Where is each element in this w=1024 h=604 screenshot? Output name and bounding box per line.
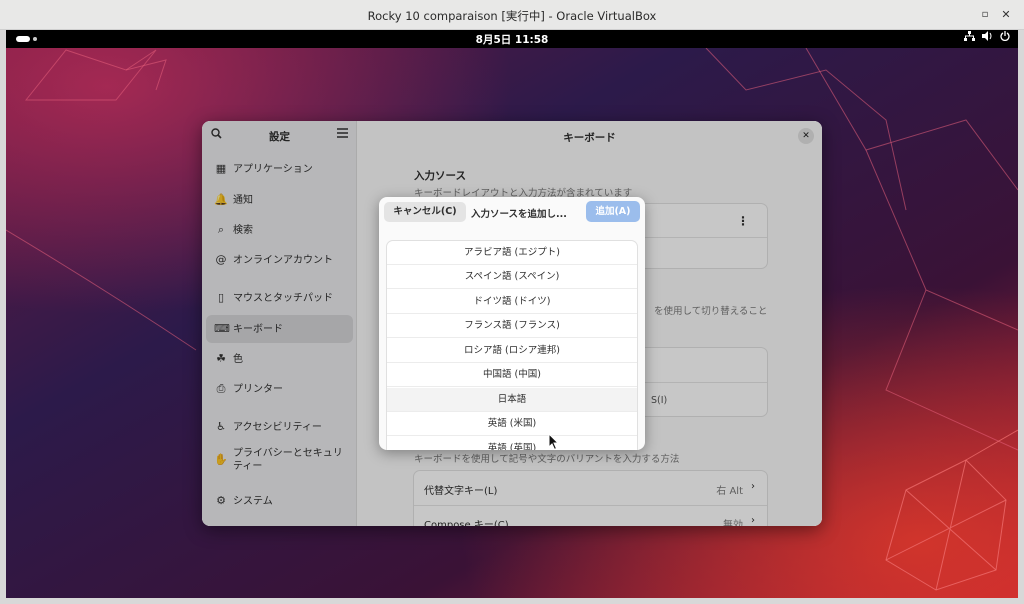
list-item-language[interactable]: スペイン語 (スペイン) xyxy=(387,265,637,289)
list-item-language[interactable]: ロシア語 (ロシア連邦) xyxy=(387,339,637,363)
add-button[interactable]: 追加(A) xyxy=(586,201,640,222)
list-item-language[interactable]: アラビア語 (エジプト) xyxy=(387,241,637,265)
window-title: Rocky 10 comparaison [実行中] - Oracle Virt… xyxy=(367,9,657,23)
gnome-top-bar: 8月5日 11:58 xyxy=(6,30,1018,48)
list-item-language[interactable]: ドイツ語 (ドイツ) xyxy=(387,290,637,314)
guest-screen: 8月5日 11:58 設定 ▦ アプリケーション 🔔 通知 ⌕ 検索 @ オンラ… xyxy=(6,30,1018,598)
list-item-language[interactable]: フランス語 (フランス) xyxy=(387,314,637,338)
dialog-title: 入力ソースを追加し... xyxy=(471,209,567,220)
list-item-language[interactable]: 英語 (米国) xyxy=(387,412,637,436)
add-input-source-dialog: キャンセル(C) 入力ソースを追加し... 追加(A) アラビア語 (エジプト)… xyxy=(379,197,645,450)
volume-icon xyxy=(982,31,993,47)
list-item-language[interactable]: 英語 (英国) xyxy=(387,437,637,450)
mouse-cursor-icon xyxy=(548,433,560,451)
power-icon xyxy=(1000,31,1010,47)
list-item-language-hovered[interactable]: 日本語 xyxy=(387,388,637,412)
clock[interactable]: 8月5日 11:58 xyxy=(6,32,1018,47)
list-item-language[interactable]: 中国語 (中国) xyxy=(387,363,637,387)
virtualbox-titlebar: Rocky 10 comparaison [実行中] - Oracle Virt… xyxy=(0,0,1024,30)
cancel-button[interactable]: キャンセル(C) xyxy=(384,202,466,222)
close-window-icon[interactable]: ✕ xyxy=(999,8,1013,22)
language-list[interactable]: アラビア語 (エジプト) スペイン語 (スペイン) ドイツ語 (ドイツ) フラン… xyxy=(387,241,637,450)
system-tray[interactable] xyxy=(964,31,1010,47)
network-icon xyxy=(964,31,975,47)
restore-window-icon[interactable]: ▫ xyxy=(978,8,992,22)
